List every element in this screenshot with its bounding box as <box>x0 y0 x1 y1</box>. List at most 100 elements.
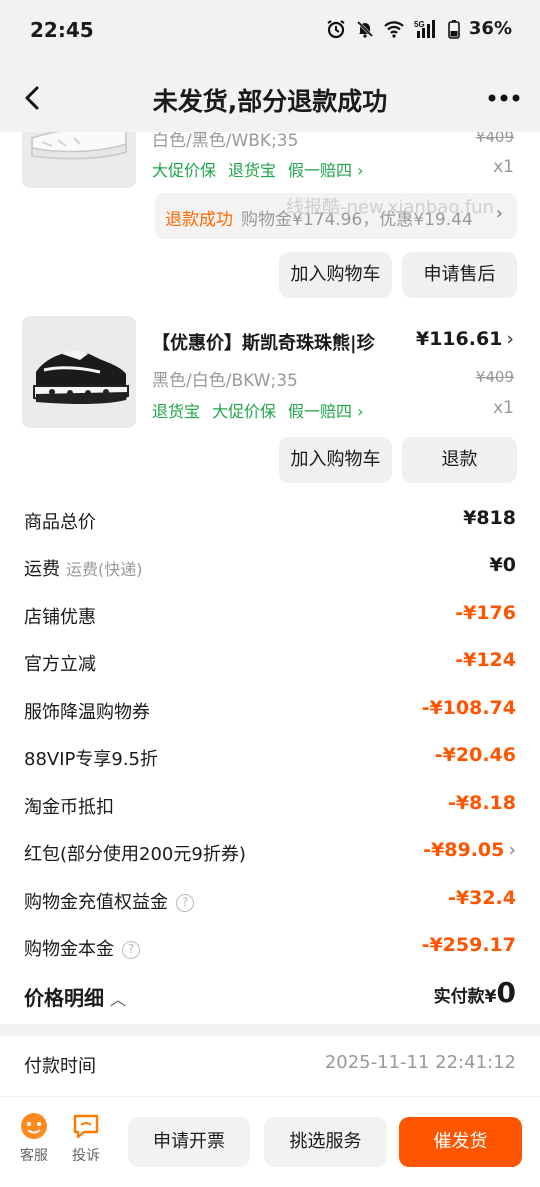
price-row-value: ¥0 <box>489 554 516 576</box>
complain-label: 投诉 <box>72 1148 100 1164</box>
product-image-2[interactable] <box>22 316 136 428</box>
price-row-label: 购物金本金? <box>24 935 140 961</box>
more-icon[interactable] <box>484 80 524 116</box>
price-row-label: 服饰降温购物券 <box>24 702 150 723</box>
price-row-value: -¥124 <box>455 649 516 671</box>
section-divider <box>0 1024 540 1036</box>
pay-time-label: 付款时间 <box>24 1056 96 1077</box>
price-row-value: -¥8.18 <box>448 792 516 814</box>
chevron-right-icon: › <box>508 839 516 861</box>
sneaker-black-image <box>33 350 129 404</box>
price-row-shopping-gold-bonus: 购物金充值权益金? -¥32.4 <box>0 876 540 923</box>
product-price-value-2: ¥116.61 <box>415 328 503 350</box>
help-icon[interactable]: ? <box>176 894 194 912</box>
help-icon[interactable]: ? <box>122 941 140 959</box>
actual-payment: 实付款¥0 <box>434 976 516 1009</box>
price-row-store-discount: 店铺优惠 -¥176 <box>0 591 540 638</box>
choose-service-button[interactable]: 挑选服务 <box>264 1117 387 1167</box>
price-row-label: 官方立减 <box>24 654 96 675</box>
actual-payment-value: 0 <box>496 976 516 1009</box>
product-sku-2: 黑色/白色/BKW;35 <box>152 371 298 391</box>
price-row-value: -¥259.17 <box>421 934 516 956</box>
price-row-red-packet[interactable]: 红包(部分使用200元9折券) -¥89.05 › <box>0 828 540 875</box>
chevron-up-icon: ︿ <box>110 990 127 1009</box>
nav-bar: 未发货,部分退款成功 <box>0 64 540 132</box>
chevron-right-icon: › <box>506 328 514 350</box>
shopping-gold-principal-label: 购物金本金 <box>24 939 114 960</box>
tag-price-protect: 大促价保 <box>152 161 217 180</box>
price-detail-toggle[interactable]: 价格明细 ︿ <box>24 982 126 1011</box>
add-to-cart-button-2[interactable]: 加入购物车 <box>279 437 392 483</box>
pay-time-row: 付款时间 2025-11-11 22:41:12 <box>0 1036 540 1096</box>
price-detail-row[interactable]: 价格明细 ︿ 实付款¥0 <box>0 968 540 1024</box>
battery-icon <box>448 19 460 39</box>
wifi-icon <box>384 20 404 38</box>
product-sku-1: 白色/黑色/WBK;35 <box>152 132 299 151</box>
price-row-total: 商品总价 ¥818 <box>0 496 540 543</box>
sneaker-white-image <box>31 132 127 160</box>
price-row-label: 淘金币抵扣 <box>24 797 114 818</box>
shipping-label: 运费 <box>24 559 60 580</box>
price-row-label: 购物金充值权益金? <box>24 888 194 914</box>
refund-button[interactable]: 退款 <box>402 437 517 483</box>
mute-bell-icon <box>356 20 373 38</box>
price-row-shopping-gold-principal: 购物金本金? -¥259.17 <box>0 923 540 970</box>
status-bar: 22:45 5G 36% <box>0 0 540 64</box>
product-tags-2[interactable]: 退货宝 大促价保 假一赔四 › <box>152 398 376 422</box>
tag-price-protect: 大促价保 <box>212 402 277 421</box>
tag-return-insurance: 退货宝 <box>228 161 277 180</box>
battery-percent: 36% <box>468 18 512 39</box>
price-row-shipping: 运费 运费(快递) ¥0 <box>0 543 540 590</box>
page-title: 未发货,部分退款成功 <box>152 87 388 116</box>
invoice-button[interactable]: 申请开票 <box>128 1117 250 1167</box>
product-title-2[interactable]: 【优惠价】斯凯奇珠珠熊|珍 <box>152 329 375 355</box>
product-qty-1: x1 <box>493 157 514 177</box>
actual-payment-label: 实付款¥ <box>433 987 497 1007</box>
order-content[interactable]: 白色/黑色/WBK;35 ¥409 大促价保 退货宝 假一赔四 › x1 退款成功购… <box>0 132 540 1187</box>
price-row-value: -¥176 <box>455 602 516 624</box>
shopping-gold-bonus-label: 购物金充值权益金 <box>24 892 168 913</box>
product-original-price-2: ¥409 <box>475 368 514 386</box>
after-sale-button[interactable]: 申请售后 <box>402 252 517 298</box>
status-icons: 5G 36% <box>326 18 512 39</box>
signal-5g-icon: 5G <box>414 19 435 38</box>
product-original-price-1: ¥409 <box>475 132 514 146</box>
price-row-value: ¥818 <box>463 507 516 529</box>
customer-service-button[interactable]: 客服 <box>14 1111 54 1165</box>
complain-button[interactable]: 投诉 <box>66 1111 106 1165</box>
price-row-88vip: 88VIP专享9.5折 -¥20.46 <box>0 733 540 780</box>
price-row-label: 红包(部分使用200元9折券) <box>24 844 246 865</box>
refund-status: 退款成功 <box>165 210 233 230</box>
price-row-label: 88VIP专享9.5折 <box>24 749 159 770</box>
price-row-value: -¥108.74 <box>421 697 516 719</box>
customer-service-icon <box>21 1113 47 1139</box>
customer-service-label: 客服 <box>20 1148 48 1164</box>
urge-shipping-button[interactable]: 催发货 <box>399 1117 522 1167</box>
tag-return-insurance: 退货宝 <box>152 402 201 421</box>
product-tags-1[interactable]: 大促价保 退货宝 假一赔四 › <box>152 157 376 181</box>
price-row-official-discount: 官方立减 -¥124 <box>0 638 540 685</box>
watermark-text: 线报酷-new.xianbao.fun <box>286 197 494 218</box>
price-row-apparel-coupon: 服饰降温购物券 -¥108.74 <box>0 686 540 733</box>
add-to-cart-button-1[interactable]: 加入购物车 <box>279 252 392 298</box>
price-row-value: -¥32.4 <box>448 887 516 909</box>
bottom-action-bar: 客服 投诉 申请开票 挑选服务 催发货 <box>0 1096 540 1187</box>
price-row-label: 商品总价 <box>24 512 96 533</box>
red-packet-value: -¥89.05 <box>423 839 505 861</box>
price-row-taojinbi: 淘金币抵扣 -¥8.18 <box>0 781 540 828</box>
product-price-2[interactable]: ¥116.61 › <box>416 328 514 350</box>
price-row-value: -¥89.05 › <box>423 839 516 861</box>
tag-fake-compensation[interactable]: 假一赔四 › <box>288 402 364 421</box>
product-qty-2: x1 <box>493 398 514 418</box>
shipping-sub-label: 运费(快递) <box>66 560 143 579</box>
product-image-1[interactable] <box>22 132 136 188</box>
complain-icon <box>73 1114 99 1139</box>
pay-time-value: 2025-11-11 22:41:12 <box>324 1052 516 1073</box>
status-time: 22:45 <box>30 18 94 42</box>
chevron-right-icon: › <box>495 203 503 224</box>
price-row-label: 店铺优惠 <box>24 607 96 628</box>
alarm-icon <box>327 19 345 38</box>
tag-fake-compensation[interactable]: 假一赔四 › <box>288 161 364 180</box>
price-row-value: -¥20.46 <box>434 744 516 766</box>
price-row-label: 运费 运费(快递) <box>24 555 143 581</box>
